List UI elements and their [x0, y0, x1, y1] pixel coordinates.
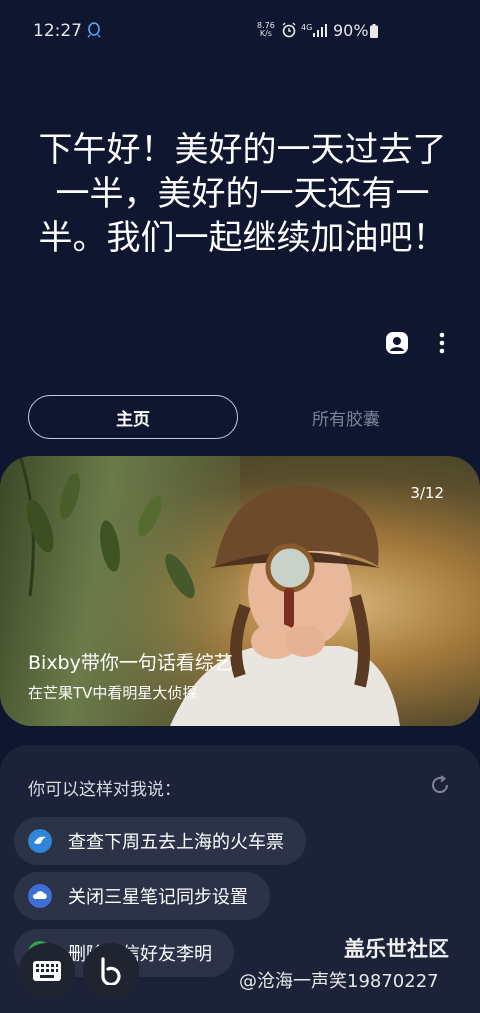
suggestion-label: 查查下周五去上海的火车票	[68, 832, 284, 853]
suggestion-item[interactable]: 关闭三星笔记同步设置	[14, 872, 270, 920]
bixby-icon	[101, 957, 121, 985]
net-speed: 8.76 K/s	[257, 21, 275, 38]
banner-counter: 3/12	[410, 484, 444, 502]
samsung-cloud-icon	[28, 884, 52, 908]
qq-notification-icon	[87, 22, 101, 38]
status-bar: 12:27 8.76 K/s 4G 90%	[0, 0, 480, 60]
refresh-icon[interactable]	[428, 773, 452, 797]
banner-title: Bixby带你一句话看综艺	[28, 652, 233, 674]
tab-home[interactable]: 主页	[28, 395, 238, 439]
status-time: 12:27	[33, 21, 82, 41]
tab-all-capsules[interactable]: 所有胶囊	[240, 395, 452, 439]
banner-subtitle: 在芒果TV中看明星大侦探	[28, 684, 198, 702]
more-options-icon[interactable]	[430, 330, 454, 356]
ctrip-dolphin-icon	[28, 829, 52, 853]
bixby-voice-button[interactable]	[83, 943, 139, 999]
greeting-text: 下午好！美好的一天过去了一半，美好的一天还有一半。我们一起继续加油吧！	[38, 130, 447, 258]
keyboard-button[interactable]	[19, 943, 75, 999]
suggestion-label: 关闭三星笔记同步设置	[68, 887, 248, 908]
watermark-user: @沧海一声笑19870227	[239, 971, 439, 992]
signal-4g-label: 4G	[301, 23, 313, 32]
suggestion-item[interactable]: 查查下周五去上海的火车票	[14, 817, 306, 865]
watermark-community: 盖乐世社区	[344, 937, 449, 961]
keyboard-icon	[33, 961, 61, 981]
alarm-icon	[282, 22, 296, 38]
battery-icon	[370, 24, 378, 38]
battery-percent: 90%	[333, 21, 369, 40]
suggestions-title: 你可以这样对我说：	[28, 780, 181, 800]
cell-signal-icon	[313, 24, 327, 37]
profile-icon[interactable]	[385, 331, 409, 355]
